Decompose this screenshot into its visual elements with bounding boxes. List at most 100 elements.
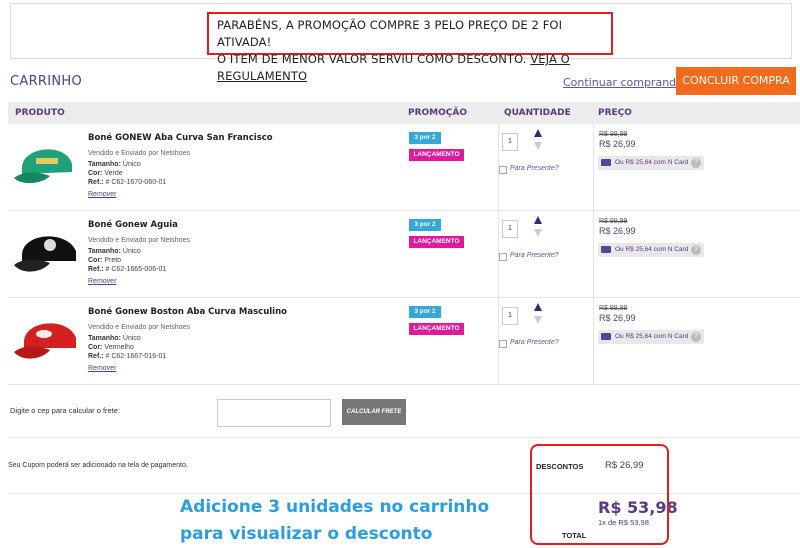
cap-image-red [14, 323, 76, 359]
product-name[interactable]: Boné Gonew Boston Aba Curva Masculino [88, 307, 287, 317]
ncard-text: Ou R$ 25,64 com N Card [615, 333, 689, 340]
remove-link[interactable]: Remover [88, 365, 116, 372]
instruction-line-2: para visualizar o desconto [180, 524, 433, 544]
product-ref: Ref.: # C62-1665-006-01 [88, 266, 166, 273]
remove-link[interactable]: Remover [88, 278, 116, 285]
table-header: PRODUTO PROMOÇÃO QUANTIDADE PREÇO [8, 102, 800, 124]
size-value: Único [122, 335, 141, 342]
freight-row: Digite o cep para calcular o frete: CALC… [8, 386, 800, 438]
old-price: R$ 99,99 [599, 305, 628, 312]
coupon-notice: Seu Cupom poderá ser adicionado na tela … [8, 462, 188, 469]
old-price: R$ 99,99 [599, 131, 628, 138]
color-value: Vermelho [104, 344, 134, 351]
ncard-text: Ou R$ 25,64 com N Card [615, 246, 689, 253]
old-price: R$ 99,99 [599, 218, 628, 225]
color-label: Cor: [88, 344, 103, 351]
zip-code-input[interactable] [217, 399, 331, 427]
table-row: Boné Gonew Boston Aba Curva Masculino Ve… [8, 298, 800, 385]
gift-label[interactable]: Para Presente? [510, 339, 559, 346]
gift-checkbox[interactable] [499, 166, 507, 174]
column-header-promotion: PROMOÇÃO [408, 108, 468, 118]
remove-link[interactable]: Remover [88, 191, 116, 198]
cap-brim [14, 172, 50, 184]
size-label: Tamanho: [88, 161, 121, 168]
color-value: Preto [104, 257, 122, 264]
column-header-price: PREÇO [598, 108, 632, 118]
calculate-freight-button[interactable]: CALCULAR FRETE [342, 399, 406, 425]
gift-checkbox[interactable] [499, 253, 507, 261]
quantity-input[interactable]: 1 [502, 133, 518, 151]
cap-logo [36, 158, 58, 164]
product-name[interactable]: Boné Gonew Aguia [88, 220, 178, 230]
ncard-offer: Ou R$ 25,64 com N Card ? [598, 243, 704, 257]
card-icon [601, 246, 611, 253]
size-label: Tamanho: [88, 335, 121, 342]
promo-message: PARABÉNS, A PROMOÇÃO COMPRE 3 PELO PREÇO… [207, 12, 613, 83]
product-color: Cor: Verde [88, 170, 123, 177]
ref-label: Ref.: [88, 353, 104, 360]
launch-tag: LANÇAMENTO [409, 323, 464, 335]
promo-tag[interactable]: 3 por 2 [409, 219, 441, 231]
product-color: Cor: Vermelho [88, 344, 134, 351]
seller-info: Vendido e Enviado por Netshoes [88, 150, 190, 157]
color-label: Cor: [88, 170, 103, 177]
ncard-offer: Ou R$ 25,64 com N Card ? [598, 330, 704, 344]
ref-label: Ref.: [88, 266, 104, 273]
gift-label[interactable]: Para Presente? [510, 252, 559, 259]
card-icon [601, 333, 611, 340]
increase-quantity-icon[interactable] [534, 303, 542, 311]
instruction-line-1: Adicione 3 unidades no carrinho [180, 497, 490, 517]
product-color: Cor: Preto [88, 257, 121, 264]
promo-line-2-text: O ITEM DE MENOR VALOR SERVIU COMO DESCON… [217, 52, 531, 66]
ref-value: # C62-1670-060-01 [105, 179, 167, 186]
launch-tag: LANÇAMENTO [409, 149, 464, 161]
freight-label: Digite o cep para calcular o frete: [10, 406, 121, 415]
continue-shopping-link[interactable]: Continuar comprando [563, 76, 683, 89]
table-row: Boné GONEW Aba Curva San Francisco Vendi… [8, 124, 800, 211]
decrease-quantity-icon[interactable] [534, 229, 542, 237]
product-ref: Ref.: # C62-1670-060-01 [88, 179, 166, 186]
checkout-button[interactable]: CONCLUIR COMPRA [676, 67, 796, 95]
decrease-quantity-icon[interactable] [534, 142, 542, 150]
info-icon[interactable]: ? [691, 245, 701, 255]
size-value: Único [122, 248, 141, 255]
gift-checkbox[interactable] [499, 340, 507, 348]
launch-tag: LANÇAMENTO [409, 236, 464, 248]
info-icon[interactable]: ? [691, 332, 701, 342]
product-size: Tamanho: Único [88, 161, 141, 168]
increase-quantity-icon[interactable] [534, 216, 542, 224]
color-value: Verde [104, 170, 123, 177]
ref-value: # C62-1665-006-01 [105, 266, 167, 273]
size-value: Único [122, 161, 141, 168]
ref-value: # C62-1667-016-01 [105, 353, 167, 360]
product-size: Tamanho: Único [88, 248, 141, 255]
product-size: Tamanho: Único [88, 335, 141, 342]
cap-logo [44, 239, 56, 251]
ncard-offer: Ou R$ 25,64 com N Card ? [598, 156, 704, 170]
highlight-outline [530, 444, 669, 545]
current-price: R$ 26,99 [599, 139, 636, 149]
info-icon[interactable]: ? [691, 158, 701, 168]
product-name[interactable]: Boné GONEW Aba Curva San Francisco [88, 133, 273, 143]
promo-tag[interactable]: 3 por 2 [409, 132, 441, 144]
promo-line-1: PARABÉNS, A PROMOÇÃO COMPRE 3 PELO PREÇO… [217, 18, 563, 49]
cap-image-black [14, 236, 76, 272]
promo-tag[interactable]: 3 por 2 [409, 306, 441, 318]
increase-quantity-icon[interactable] [534, 129, 542, 137]
promo-line-2: O ITEM DE MENOR VALOR SERVIU COMO DESCON… [217, 51, 603, 85]
cap-brim [14, 346, 50, 359]
size-label: Tamanho: [88, 248, 121, 255]
quantity-input[interactable]: 1 [502, 307, 518, 325]
product-ref: Ref.: # C62-1667-016-01 [88, 353, 166, 360]
decrease-quantity-icon[interactable] [534, 316, 542, 324]
cap-brim [14, 259, 50, 272]
card-icon [601, 159, 611, 166]
color-label: Cor: [88, 257, 103, 264]
table-row: Boné Gonew Aguia Vendido e Enviado por N… [8, 211, 800, 298]
column-header-quantity: QUANTIDADE [504, 108, 571, 118]
seller-info: Vendido e Enviado por Netshoes [88, 324, 190, 331]
gift-label[interactable]: Para Presente? [510, 165, 559, 172]
seller-info: Vendido e Enviado por Netshoes [88, 237, 190, 244]
quantity-input[interactable]: 1 [502, 220, 518, 238]
instruction-overlay: Adicione 3 unidades no carrinho para vis… [180, 494, 489, 548]
